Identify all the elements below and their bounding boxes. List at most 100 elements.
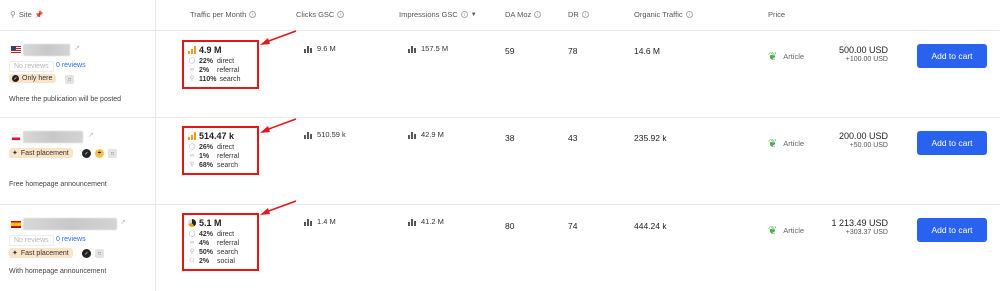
traffic-summary: 4.9 M ◯ 22% direct ∞ 2% referral ⚲ 110% search: [182, 40, 259, 89]
site-name-blurred[interactable]: [23, 44, 70, 56]
status-badge: ✓ Only here: [9, 74, 57, 83]
traffic-pct: 42%: [199, 231, 214, 238]
header-da[interactable]: DA Moz i: [505, 10, 542, 19]
pl-flag-icon: [11, 134, 21, 141]
price: 200.00 USD +50.00 USD: [839, 131, 888, 149]
traffic-pct: 26%: [199, 144, 214, 151]
search-icon: ⚲: [189, 76, 195, 82]
red-arrow-icon: [260, 30, 297, 45]
reviews-link[interactable]: 0 reviews: [56, 62, 86, 69]
link-icon: ∞: [189, 153, 195, 159]
price: 500.00 USD +100.00 USD: [839, 45, 888, 63]
row-description: With homepage announcement: [9, 268, 107, 275]
traffic-bars-icon: [188, 132, 196, 140]
price-extra: +100.00 USD: [845, 56, 888, 63]
header-impressions[interactable]: Impressions GSC i ▼: [399, 10, 477, 19]
red-arrow-icon: [260, 118, 297, 133]
article-label: Article: [783, 52, 805, 61]
pin-icon: 📌: [34, 11, 44, 19]
sort-desc-icon: ▼: [470, 11, 477, 18]
dr-value: 43: [568, 133, 578, 143]
header-clicks[interactable]: Clicks GSC i: [296, 10, 345, 19]
globe-icon: ◯: [188, 231, 196, 237]
traffic-pct: 50%: [199, 249, 214, 256]
external-link-icon[interactable]: ↗: [120, 218, 126, 226]
article-type: ❦ Article: [768, 224, 804, 237]
status-badge: ✦ Fast placement: [9, 148, 73, 158]
no-reviews-badge: No reviews: [9, 61, 54, 72]
add-to-cart-button[interactable]: Add to cart: [917, 218, 987, 242]
tag-label: Fast placement: [20, 149, 69, 157]
traffic-label: referral: [217, 67, 240, 74]
article-type: ❦ Article: [768, 50, 804, 63]
header-clicks-label: Clicks GSC: [296, 10, 335, 19]
traffic-pct: 22%: [199, 58, 214, 65]
traffic-label: direct: [217, 58, 235, 65]
add-to-cart-button[interactable]: Add to cart: [917, 44, 987, 68]
clicks-value: 1.4 M: [317, 217, 336, 226]
bar-chart-icon: [408, 131, 416, 139]
price-main: 200.00 USD: [838, 131, 888, 141]
bar-chart-icon: [304, 45, 312, 53]
check-icon: ✓: [82, 249, 91, 258]
rocket-icon: ✦: [12, 150, 18, 157]
info-icon: i: [460, 11, 468, 18]
traffic-pct: 4%: [199, 240, 210, 247]
price: 1 213.49 USD +303.37 USD: [831, 218, 888, 236]
add-to-cart-button[interactable]: Add to cart: [917, 131, 987, 155]
header-dr[interactable]: DR i: [568, 10, 589, 19]
article-label: Article: [783, 226, 805, 235]
price-main: 500.00 USD: [838, 45, 888, 55]
traffic-pct: 110%: [199, 76, 217, 83]
price-main: 1 213.49 USD: [831, 218, 888, 228]
header-organic[interactable]: Organic Traffic i: [634, 10, 693, 19]
tag-label: Fast placement: [20, 249, 69, 257]
impressions-value: 157.5 M: [421, 44, 449, 53]
info-icon: i: [581, 11, 589, 18]
impressions-gsc: 42.9 M: [408, 130, 444, 139]
traffic-label: referral: [217, 153, 240, 160]
traffic-label: referral: [217, 240, 240, 247]
article-type: ❦ Article: [768, 137, 804, 150]
no-reviews-badge: No reviews: [9, 235, 54, 246]
link-icon: ∞: [189, 240, 195, 246]
header-site[interactable]: ⚲ Site 📌: [10, 10, 44, 19]
clicks-gsc: 510.59 k: [304, 130, 346, 139]
search-icon: ⚲: [189, 162, 195, 168]
chat-icon: □: [65, 75, 74, 84]
us-flag-icon: [11, 46, 21, 53]
header-price[interactable]: Price: [768, 10, 785, 19]
globe-icon: ◯: [188, 144, 196, 150]
reviews-link[interactable]: 0 reviews: [56, 236, 86, 243]
traffic-label: direct: [217, 144, 235, 151]
site-name-blurred[interactable]: [23, 131, 83, 143]
traffic-pct: 1%: [199, 153, 210, 160]
umbrella-icon: ☂: [95, 149, 104, 158]
dr-value: 78: [568, 46, 578, 56]
header-price-label: Price: [768, 10, 786, 19]
dr-value: 74: [568, 221, 578, 231]
info-icon: i: [249, 11, 257, 18]
external-link-icon[interactable]: ↗: [88, 131, 94, 139]
impressions-gsc: 157.5 M: [408, 44, 448, 53]
bar-chart-icon: [304, 218, 312, 226]
site-name-blurred[interactable]: [23, 218, 117, 230]
header-da-label: DA Moz: [505, 10, 532, 19]
price-extra: +303.37 USD: [845, 229, 888, 236]
leaf-icon: ❦: [768, 138, 778, 150]
rocket-icon: ✦: [12, 250, 18, 257]
divider: [0, 117, 1000, 118]
traffic-label: search: [217, 162, 239, 169]
organic-value: 14.6 M: [634, 46, 660, 56]
bar-chart-icon: [304, 131, 312, 139]
header-traffic[interactable]: Traffic per Month i: [190, 10, 257, 19]
traffic-pct: 2%: [199, 67, 210, 74]
row-description: Free homepage announcement: [9, 181, 107, 188]
da-value: 59: [505, 46, 515, 56]
search-icon: ⚲: [10, 10, 16, 19]
header-impressions-label: Impressions GSC: [399, 10, 458, 19]
external-link-icon[interactable]: ↗: [74, 44, 80, 52]
row-description: Where the publication will be posted: [9, 96, 122, 103]
check-icon: ✓: [12, 75, 19, 82]
traffic-bars-icon: [188, 46, 196, 54]
